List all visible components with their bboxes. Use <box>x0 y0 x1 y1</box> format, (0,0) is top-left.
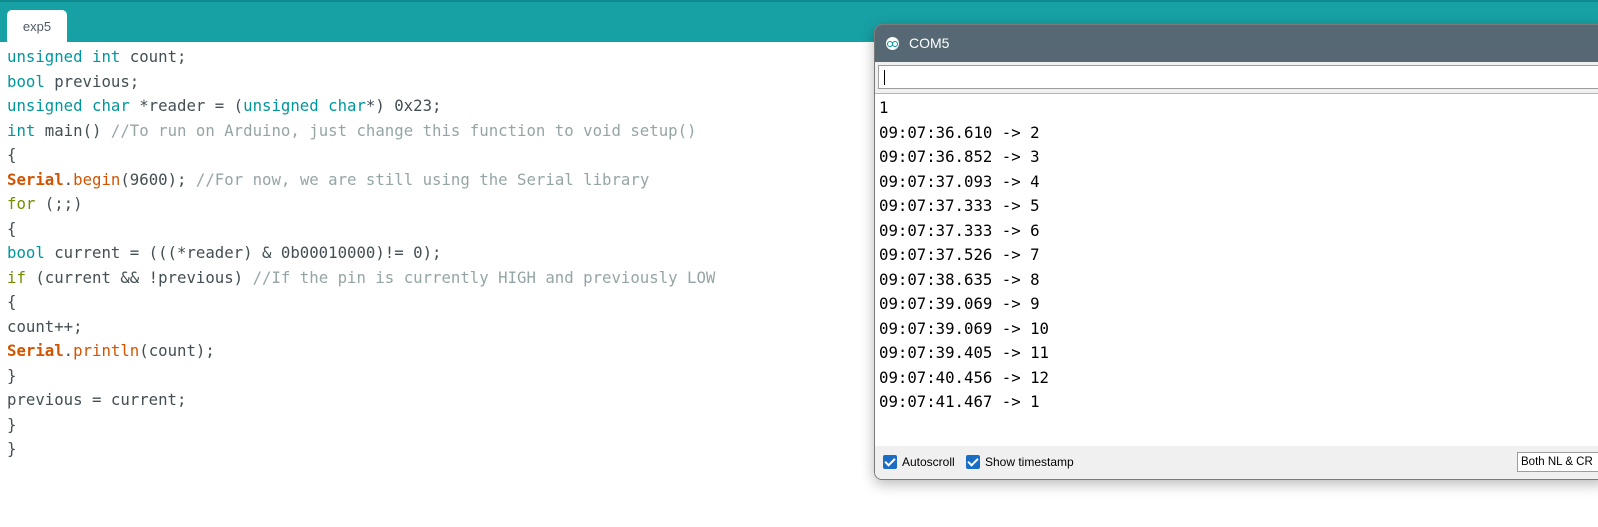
show-timestamp-checkbox[interactable] <box>966 455 980 469</box>
keyword: bool <box>7 243 45 262</box>
code-text: . <box>63 341 74 360</box>
code-line: { <box>7 145 17 164</box>
serial-monitor-window: COM5 1 09:07:36.610 -> 2 09:07:36.852 ->… <box>874 24 1598 480</box>
serial-monitor-footer: Autoscroll Show timestamp Both NL & CR <box>875 446 1598 479</box>
code-line: } <box>7 366 17 385</box>
keyword: bool <box>7 72 45 91</box>
output-line: 09:07:37.093 -> 4 <box>879 172 1040 191</box>
code-text: count; <box>120 47 187 66</box>
show-timestamp-label[interactable]: Show timestamp <box>985 455 1074 470</box>
code-line: count++; <box>7 317 83 336</box>
code-line: Serial.begin(9600); //For now, we are st… <box>7 168 649 192</box>
code-line: unsigned char *reader = (unsigned char*)… <box>7 94 441 118</box>
code-line: { <box>7 292 17 311</box>
code-line: bool previous; <box>7 70 139 94</box>
code-line: int main() //To run on Arduino, just cha… <box>7 119 696 143</box>
tab-exp5[interactable]: exp5 <box>7 10 67 42</box>
code-line: Serial.println(count); <box>7 339 215 363</box>
keyword: int <box>7 121 36 140</box>
serial-class: Serial <box>7 341 64 360</box>
output-line: 09:07:39.405 -> 11 <box>879 343 1050 362</box>
autoscroll-label[interactable]: Autoscroll <box>902 455 955 470</box>
comment: //If the pin is currently HIGH and previ… <box>252 268 716 287</box>
code-text: current = (((*reader) & 0b00010000)!= 0)… <box>44 243 442 262</box>
keyword: unsigned int <box>7 47 121 66</box>
output-line: 1 <box>879 98 889 117</box>
serial-send-input[interactable] <box>878 65 1598 89</box>
serial-output-area[interactable]: 1 09:07:36.610 -> 2 09:07:36.852 -> 3 09… <box>875 93 1598 447</box>
code-text: *) 0x23; <box>365 96 442 115</box>
line-ending-select[interactable]: Both NL & CR <box>1517 452 1598 472</box>
comment: //For now, we are still using the Serial… <box>195 170 650 189</box>
output-line: 09:07:38.635 -> 8 <box>879 270 1040 289</box>
arduino-icon <box>886 37 899 50</box>
code-line: } <box>7 439 17 458</box>
output-line: 09:07:39.069 -> 9 <box>879 294 1040 313</box>
autoscroll-checkbox[interactable] <box>883 455 897 469</box>
output-line: 09:07:37.333 -> 6 <box>879 221 1040 240</box>
control-keyword: if <box>7 268 26 287</box>
keyword: unsigned char <box>243 96 366 115</box>
code-text: previous; <box>44 72 140 91</box>
serial-monitor-titlebar[interactable]: COM5 <box>875 25 1598 62</box>
tab-bar-top-border <box>0 0 1598 2</box>
function-name: begin <box>73 170 121 189</box>
serial-class: Serial <box>7 170 64 189</box>
code-text: (current && !previous) <box>25 268 253 287</box>
output-line: 09:07:40.456 -> 12 <box>879 368 1050 387</box>
output-line: 09:07:37.333 -> 5 <box>879 196 1040 215</box>
output-line: 09:07:41.467 -> 1 <box>879 392 1040 411</box>
comment: //To run on Arduino, just change this fu… <box>110 121 697 140</box>
code-text: (9600); <box>120 170 196 189</box>
code-text: (;;) <box>35 194 83 213</box>
code-text: (count); <box>139 341 215 360</box>
code-line: } <box>7 415 17 434</box>
function-name: println <box>73 341 140 360</box>
output-line: 09:07:37.526 -> 7 <box>879 245 1040 264</box>
code-line: previous = current; <box>7 390 187 409</box>
code-text: main() <box>35 121 111 140</box>
code-line: for (;;) <box>7 192 83 216</box>
text-caret <box>884 70 885 85</box>
code-line: if (current && !previous) //If the pin i… <box>7 266 715 290</box>
code-line: unsigned int count; <box>7 45 186 69</box>
code-text: *reader = ( <box>129 96 244 115</box>
code-text: . <box>63 170 74 189</box>
control-keyword: for <box>7 194 36 213</box>
output-line: 09:07:36.610 -> 2 <box>879 123 1040 142</box>
output-line: 09:07:39.069 -> 10 <box>879 319 1050 338</box>
code-line: bool current = (((*reader) & 0b00010000)… <box>7 241 441 265</box>
keyword: unsigned char <box>7 96 130 115</box>
window-title: COM5 <box>909 35 950 51</box>
output-line: 09:07:36.852 -> 3 <box>879 147 1040 166</box>
code-line: { <box>7 219 17 238</box>
